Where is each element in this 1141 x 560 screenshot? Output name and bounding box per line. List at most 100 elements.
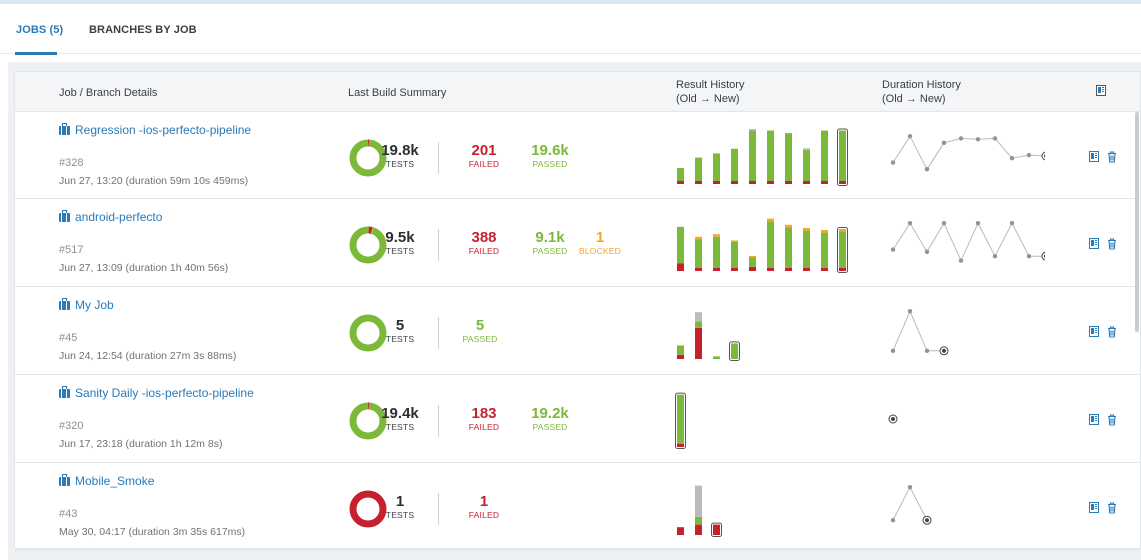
job-name-text: Sanity Daily -ios-perfecto-pipeline bbox=[75, 386, 254, 400]
stat-failed: 1 FAILED bbox=[459, 493, 509, 521]
delete-icon[interactable] bbox=[1107, 237, 1117, 250]
result-bar-failed bbox=[749, 181, 756, 184]
col-job-branch-details[interactable]: Job / Branch Details bbox=[59, 86, 157, 100]
duration-point bbox=[1026, 254, 1032, 259]
stat-separator bbox=[438, 229, 439, 261]
result-bar-failed bbox=[731, 181, 738, 184]
tab-jobs[interactable]: JOBS (5) bbox=[16, 24, 63, 36]
job-name-link[interactable]: Regression -ios-perfecto-pipeline bbox=[59, 122, 251, 137]
delete-icon[interactable] bbox=[1107, 413, 1117, 426]
stat-tests: 19.8k TESTS bbox=[375, 142, 425, 170]
duration-history-chart[interactable] bbox=[885, 126, 1051, 186]
result-bar-failed bbox=[713, 181, 720, 184]
col-duration-history[interactable]: Duration History (Old → New) bbox=[882, 78, 961, 106]
table-row[interactable]: Regression -ios-perfecto-pipeline #328 Jun… bbox=[15, 112, 1140, 199]
result-history-chart[interactable] bbox=[675, 391, 865, 451]
duration-point bbox=[958, 136, 964, 141]
stat-failed-label: FAILED bbox=[468, 422, 500, 432]
duration-history-chart[interactable] bbox=[885, 477, 1045, 537]
result-history-chart[interactable] bbox=[675, 128, 865, 188]
result-bar-failed bbox=[677, 444, 684, 447]
duration-point bbox=[907, 309, 913, 314]
stat-blocked: 1 BLOCKED bbox=[575, 229, 625, 257]
duration-point bbox=[1009, 156, 1015, 161]
table-row[interactable]: Mobile_Smoke #43 May 30, 04:17 (duration 3… bbox=[15, 463, 1140, 550]
result-bar-passed bbox=[677, 168, 684, 181]
table-row[interactable]: android-perfecto #517 Jun 27, 13:09 (durat… bbox=[15, 199, 1140, 287]
table-row[interactable]: Sanity Daily -ios-perfecto-pipeline #320 J… bbox=[15, 375, 1140, 463]
result-bar-failed bbox=[803, 181, 810, 184]
stat-tests-label: TESTS bbox=[385, 510, 415, 520]
result-bar-passed bbox=[713, 356, 720, 359]
result-bar-failed bbox=[785, 181, 792, 184]
open-report-icon[interactable] bbox=[1089, 150, 1099, 162]
stat-passed: 19.6k PASSED bbox=[525, 142, 575, 170]
duration-history-chart[interactable] bbox=[885, 213, 1051, 273]
stat-passed-value: 19.6k bbox=[531, 142, 569, 159]
result-bar-passed bbox=[713, 236, 720, 268]
result-bar-passed bbox=[767, 130, 774, 181]
open-report-icon[interactable] bbox=[1089, 326, 1099, 337]
build-number: #328 bbox=[59, 157, 84, 169]
job-name-link[interactable]: Mobile_Smoke bbox=[59, 473, 154, 488]
result-bar-passed bbox=[731, 343, 738, 359]
build-number: #517 bbox=[59, 244, 84, 256]
stat-passed: 5 PASSED bbox=[455, 317, 505, 345]
stat-separator bbox=[438, 317, 439, 349]
job-name-link[interactable]: Sanity Daily -ios-perfecto-pipeline bbox=[59, 385, 254, 400]
stat-passed-label: PASSED bbox=[462, 334, 498, 344]
col-result-history[interactable]: Result History (Old → New) bbox=[676, 78, 744, 106]
stat-tests-label: TESTS bbox=[385, 246, 415, 256]
stat-failed-value: 388 bbox=[471, 229, 497, 246]
job-name-link[interactable]: My Job bbox=[59, 297, 114, 312]
result-history-chart[interactable] bbox=[675, 215, 865, 275]
result-bar-failed bbox=[695, 181, 702, 184]
duration-point bbox=[924, 249, 930, 254]
result-bar-other bbox=[695, 312, 702, 322]
job-name-link[interactable]: android-perfecto bbox=[59, 209, 163, 224]
col-result-history-title: Result History bbox=[676, 79, 745, 91]
duration-line bbox=[892, 135, 1047, 171]
result-bar-passed bbox=[803, 230, 810, 268]
duration-point bbox=[907, 485, 913, 490]
delete-icon[interactable] bbox=[1107, 501, 1117, 514]
col-last-build-summary[interactable]: Last Build Summary bbox=[348, 86, 446, 100]
stat-passed-label: PASSED bbox=[532, 159, 568, 169]
duration-history-chart[interactable] bbox=[885, 301, 1045, 361]
duration-point bbox=[907, 221, 913, 226]
result-bar-failed bbox=[803, 268, 810, 271]
result-bar-failed bbox=[677, 354, 684, 359]
stat-failed-label: FAILED bbox=[468, 510, 500, 520]
result-bar-failed bbox=[767, 268, 774, 271]
open-report-icon[interactable] bbox=[1089, 501, 1099, 513]
stat-failed-label: FAILED bbox=[468, 159, 500, 169]
delete-icon[interactable] bbox=[1107, 325, 1117, 338]
stat-passed-label: PASSED bbox=[532, 246, 568, 256]
open-report-icon[interactable] bbox=[1089, 238, 1099, 249]
duration-point bbox=[890, 247, 896, 252]
build-date: May 30, 04:17 (duration 3m 35s 617ms) bbox=[59, 526, 246, 538]
duration-point bbox=[924, 167, 930, 172]
jobs-table: Job / Branch Details Last Build Summary … bbox=[14, 71, 1141, 550]
result-bar-failed bbox=[749, 266, 756, 271]
delete-icon[interactable] bbox=[1107, 150, 1117, 163]
table-row[interactable]: My Job #45 Jun 24, 12:54 (duration 27m 3s … bbox=[15, 287, 1140, 375]
result-history-chart[interactable] bbox=[675, 303, 865, 363]
job-name-text: android-perfecto bbox=[75, 210, 163, 224]
result-history-chart[interactable] bbox=[675, 479, 865, 539]
duration-point bbox=[992, 136, 998, 141]
duration-history-chart[interactable] bbox=[885, 389, 1045, 449]
result-bar-failed bbox=[821, 268, 828, 271]
briefcase-icon bbox=[59, 297, 70, 310]
build-number: #43 bbox=[59, 508, 78, 520]
scrollbar[interactable] bbox=[1135, 112, 1139, 332]
column-settings-icon[interactable] bbox=[1096, 85, 1106, 96]
duration-point bbox=[890, 160, 896, 165]
build-number: #320 bbox=[59, 420, 84, 432]
col-result-history-sub: (Old → New) bbox=[676, 93, 740, 105]
open-report-icon[interactable] bbox=[1089, 414, 1099, 425]
result-bar-other bbox=[749, 255, 756, 258]
duration-point bbox=[1026, 152, 1032, 158]
duration-point bbox=[941, 140, 947, 145]
tab-branches-by-job[interactable]: BRANCHES BY JOB bbox=[89, 24, 197, 36]
